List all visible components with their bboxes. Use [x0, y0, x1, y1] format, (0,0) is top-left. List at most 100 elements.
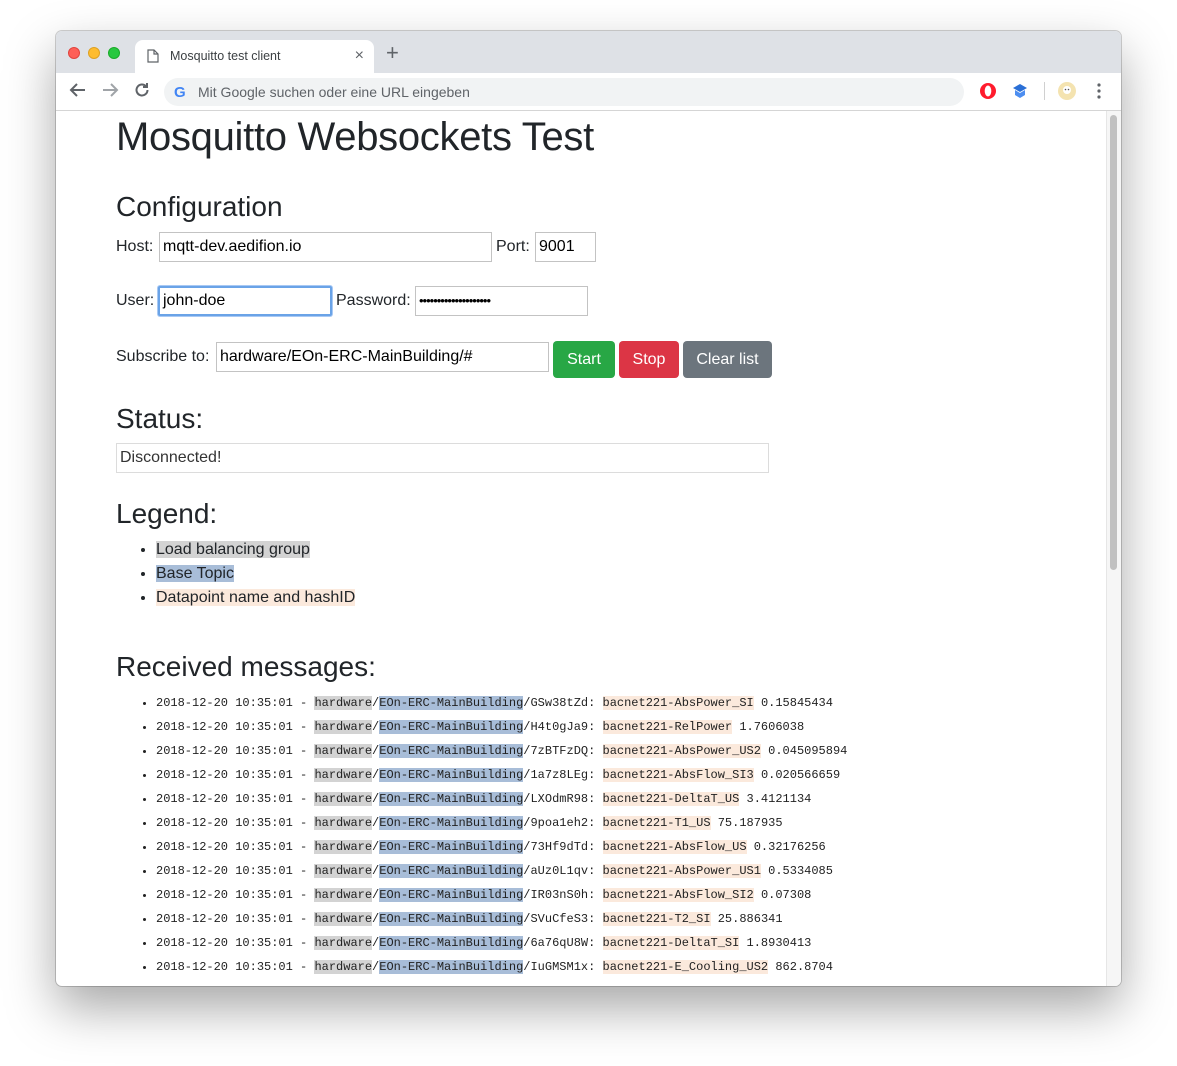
separator: : [588, 816, 603, 830]
message-base-topic: EOn-ERC-MainBuilding [379, 912, 524, 926]
legend-load-balancing-group: Load balancing group [156, 541, 310, 558]
message-hash: IuGMSM1x [530, 960, 589, 974]
message-item: 2018-12-20 10:35:01 - hardware/EOn-ERC-M… [156, 835, 847, 859]
stop-button[interactable]: Stop [619, 341, 679, 378]
status-box: Disconnected! [116, 443, 769, 473]
user-input[interactable]: john-doe [158, 286, 332, 316]
opera-icon[interactable] [978, 81, 998, 101]
message-time: 2018-12-20 10:35:01 - [156, 912, 315, 926]
user-label: User: [116, 292, 155, 309]
legend-item: Base Topic [156, 562, 355, 586]
extension-icon[interactable] [1010, 81, 1030, 101]
separator: : [588, 960, 603, 974]
message-group: hardware [314, 912, 373, 926]
message-hash: LXOdmR98 [530, 792, 589, 806]
message-hash: 6a76qU8W [530, 936, 589, 950]
message-base-topic: EOn-ERC-MainBuilding [379, 936, 524, 950]
separator [711, 816, 718, 830]
separator: : [588, 720, 603, 734]
scrollbar-thumb[interactable] [1110, 115, 1117, 570]
message-time: 2018-12-20 10:35:01 - [156, 792, 315, 806]
message-datapoint: bacnet221-AbsFlow_SI3 [602, 768, 754, 782]
clear-list-button[interactable]: Clear list [683, 341, 772, 378]
back-icon[interactable] [68, 81, 88, 101]
message-datapoint: bacnet221-RelPower [602, 720, 733, 734]
legend-item: Datapoint name and hashID [156, 586, 356, 610]
start-button[interactable]: Start [553, 341, 615, 378]
message-datapoint: bacnet221-AbsPower_US2 [602, 744, 761, 758]
profile-avatar-icon[interactable] [1057, 81, 1077, 101]
password-input[interactable]: •••••••••••••••••••• [415, 286, 588, 316]
message-base-topic: EOn-ERC-MainBuilding [379, 888, 524, 902]
message-value: 0.020566659 [760, 768, 841, 782]
message-base-topic: EOn-ERC-MainBuilding [379, 696, 524, 710]
message-datapoint: bacnet221-T2_SI [602, 912, 711, 926]
port-label: Port: [496, 238, 530, 255]
message-group: hardware [314, 744, 373, 758]
message-base-topic: EOn-ERC-MainBuilding [379, 816, 524, 830]
separator [711, 912, 718, 926]
reload-icon[interactable] [132, 81, 152, 101]
message-item: 2018-12-20 10:35:01 - hardware/EOn-ERC-M… [156, 955, 847, 979]
tab-title: Mosquitto test client [170, 49, 281, 63]
separator: : [588, 912, 603, 926]
window-close-button[interactable] [68, 47, 80, 59]
separator [739, 936, 746, 950]
message-group: hardware [314, 696, 373, 710]
message-time: 2018-12-20 10:35:01 - [156, 936, 315, 950]
message-value: 25.886341 [717, 912, 783, 926]
message-value: 75.187935 [717, 816, 783, 830]
scrollbar[interactable] [1106, 111, 1121, 986]
document-icon [147, 49, 159, 68]
message-group: hardware [314, 792, 373, 806]
separator: : [588, 696, 603, 710]
forward-icon[interactable] [100, 81, 120, 101]
port-input[interactable]: 9001 [535, 232, 596, 262]
window-maximize-button[interactable] [108, 47, 120, 59]
message-value: 0.32176256 [753, 840, 826, 854]
message-time: 2018-12-20 10:35:01 - [156, 744, 315, 758]
separator: : [588, 936, 603, 950]
message-base-topic: EOn-ERC-MainBuilding [379, 744, 524, 758]
message-hash: 1a7z8LEg [530, 768, 589, 782]
message-group: hardware [314, 864, 373, 878]
menu-icon[interactable] [1089, 81, 1109, 101]
message-datapoint: bacnet221-AbsFlow_SI2 [602, 888, 754, 902]
subscribe-topic-input[interactable]: hardware/EOn-ERC-MainBuilding/# [216, 342, 549, 372]
message-item: 2018-12-20 10:35:01 - hardware/EOn-ERC-M… [156, 883, 847, 907]
tab-close-icon[interactable]: × [355, 46, 364, 66]
message-value: 0.045095894 [768, 744, 848, 758]
separator: : [588, 768, 603, 782]
browser-tab[interactable]: Mosquitto test client × [135, 40, 374, 73]
message-base-topic: EOn-ERC-MainBuilding [379, 792, 524, 806]
message-datapoint: bacnet221-T1_US [602, 816, 711, 830]
page-title: Mosquitto Websockets Test [116, 115, 594, 159]
google-icon: G [174, 84, 186, 101]
address-bar[interactable]: G Mit Google suchen oder eine URL eingeb… [164, 78, 964, 106]
separator: : [588, 744, 603, 758]
password-label: Password: [336, 292, 411, 309]
message-time: 2018-12-20 10:35:01 - [156, 768, 315, 782]
legend-heading: Legend: [116, 498, 218, 529]
message-time: 2018-12-20 10:35:01 - [156, 840, 315, 854]
window-minimize-button[interactable] [88, 47, 100, 59]
separator [754, 768, 761, 782]
message-time: 2018-12-20 10:35:01 - [156, 816, 315, 830]
message-value: 0.5334085 [768, 864, 833, 878]
message-time: 2018-12-20 10:35:01 - [156, 720, 315, 734]
message-item: 2018-12-20 10:35:01 - hardware/EOn-ERC-M… [156, 763, 847, 787]
message-time: 2018-12-20 10:35:01 - [156, 864, 315, 878]
message-time: 2018-12-20 10:35:01 - [156, 888, 315, 902]
host-input[interactable]: mqtt-dev.aedifion.io [159, 232, 492, 262]
browser-window: Mosquitto test client × + G Mit Google s… [56, 31, 1121, 986]
message-base-topic: EOn-ERC-MainBuilding [379, 720, 524, 734]
message-item: 2018-12-20 10:35:01 - hardware/EOn-ERC-M… [156, 907, 847, 931]
message-hash: GSw38tZd [530, 696, 589, 710]
message-item: 2018-12-20 10:35:01 - hardware/EOn-ERC-M… [156, 859, 847, 883]
new-tab-button[interactable]: + [386, 42, 399, 64]
message-item: 2018-12-20 10:35:01 - hardware/EOn-ERC-M… [156, 787, 847, 811]
separator: : [588, 864, 603, 878]
message-group: hardware [314, 936, 373, 950]
message-item: 2018-12-20 10:35:01 - hardware/EOn-ERC-M… [156, 715, 847, 739]
separator: : [588, 888, 603, 902]
